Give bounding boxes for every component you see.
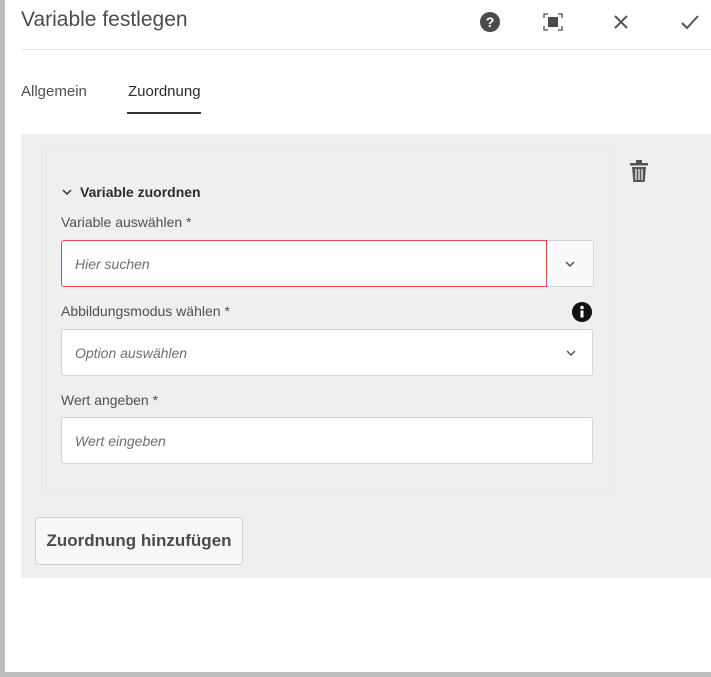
dialog: Variable festlegen ? Allgemein Zuordnung… (5, 0, 711, 672)
dialog-title: Variable festlegen (21, 8, 188, 31)
chevron-down-icon (566, 349, 576, 356)
mode-label: Abbildungsmodus wählen * (61, 303, 230, 319)
chevron-down-icon (565, 260, 575, 267)
mapping-panel: Variable zuordnen Variable auswählen * H… (21, 134, 711, 578)
close-icon[interactable] (609, 10, 633, 34)
add-mapping-button[interactable]: Zuordnung hinzufügen (35, 517, 243, 565)
fullscreen-icon[interactable] (541, 10, 565, 34)
mode-placeholder: Option auswählen (75, 344, 188, 361)
mapping-card: Variable zuordnen Variable auswählen * H… (41, 149, 611, 492)
header-divider (21, 49, 711, 50)
tab-zuordnung[interactable]: Zuordnung (128, 83, 201, 100)
active-tab-indicator (127, 112, 201, 114)
section-title: Variable zuordnen (80, 184, 201, 200)
svg-text:?: ? (486, 14, 495, 30)
section-toggle[interactable]: Variable zuordnen (62, 184, 201, 200)
mode-select[interactable]: Option auswählen (61, 329, 593, 376)
check-icon[interactable] (678, 10, 702, 34)
variable-search-input[interactable]: Hier suchen (61, 240, 547, 287)
delete-icon[interactable] (630, 160, 648, 187)
value-label: Wert angeben * (61, 392, 159, 408)
info-icon[interactable] (572, 302, 592, 327)
tab-allgemein[interactable]: Allgemein (21, 83, 87, 100)
variable-dropdown-button[interactable] (547, 240, 594, 287)
help-icon[interactable]: ? (478, 10, 502, 34)
chevron-down-icon (62, 189, 72, 195)
value-input[interactable]: Wert eingeben (61, 417, 593, 464)
variable-label: Variable auswählen * (61, 214, 192, 230)
